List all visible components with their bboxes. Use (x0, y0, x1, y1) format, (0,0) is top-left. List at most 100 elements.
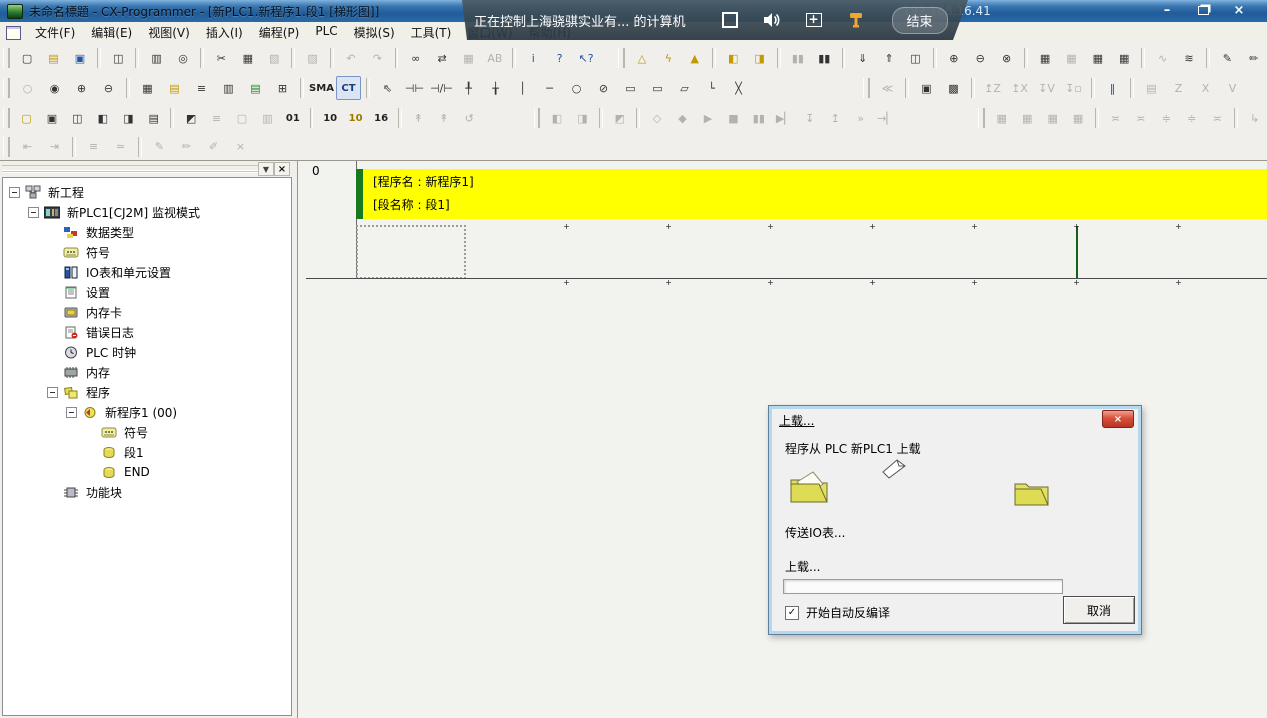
new-file-icon[interactable]: ▢ (15, 46, 39, 70)
monitor-data-3-icon[interactable]: ▦ (1086, 46, 1110, 70)
menu-item-plc[interactable]: PLC (307, 21, 345, 44)
time-chart-icon[interactable]: ≋ (1177, 46, 1201, 70)
toolbar-grip[interactable] (863, 78, 870, 98)
tree-item-memcard[interactable]: 内存卡 (3, 302, 291, 322)
cut-icon[interactable]: ✂ (209, 46, 233, 70)
auto-decompile-checkbox[interactable]: ✓ (785, 606, 799, 620)
menu-item-edit[interactable]: 编辑(E) (83, 21, 140, 44)
toolbar-grip[interactable] (618, 48, 625, 68)
mnemonic-icon[interactable]: SMA (309, 76, 334, 100)
context-help-icon[interactable]: ↖? (574, 46, 598, 70)
fullscreen-icon[interactable] (720, 10, 740, 30)
compare-with-plc-icon[interactable]: ◫ (903, 46, 927, 70)
menu-item-file[interactable]: 文件(F) (27, 21, 83, 44)
delete-line-icon[interactable]: ╳ (726, 76, 751, 100)
ct-view-icon[interactable]: CT (336, 76, 361, 100)
connect-line-icon[interactable]: └ (699, 76, 724, 100)
monitor-icon[interactable]: ▲ (683, 46, 707, 70)
tree-item-errorlog[interactable]: 错误日志 (3, 322, 291, 342)
tree-item-datatypes[interactable]: 数据类型 (3, 222, 291, 242)
monitor-data-1-icon[interactable]: ▦ (1033, 46, 1057, 70)
debug-mode-icon[interactable]: ◨ (747, 46, 771, 70)
online-edit-icon[interactable]: ✏ (1242, 46, 1266, 70)
io-comment-icon[interactable]: ▥ (216, 76, 241, 100)
select-tool-icon[interactable]: ⇖ (375, 76, 400, 100)
properties-window-icon[interactable]: ▤ (142, 106, 165, 130)
new-or-contact-icon[interactable]: ╀ (456, 76, 481, 100)
close-button[interactable]: × (1229, 2, 1249, 18)
end-control-button[interactable]: 结束 (892, 7, 948, 34)
toolbar-grip[interactable] (3, 48, 10, 68)
new-closed-coil-icon[interactable]: ⊘ (591, 76, 616, 100)
fb-parameter-icon[interactable]: ▱ (672, 76, 697, 100)
hex-display-icon[interactable]: 16 (369, 106, 392, 130)
auto-online-icon[interactable]: ϟ (656, 46, 680, 70)
toolbar-grip[interactable] (3, 78, 10, 98)
ladder-selected-cell[interactable] (356, 225, 466, 279)
toolbar-grip[interactable] (978, 108, 985, 128)
menu-item-program[interactable]: 编程(P) (251, 21, 308, 44)
new-closed-contact-icon[interactable]: ⊣/⊢ (429, 76, 454, 100)
tree-item-end[interactable]: END (3, 462, 291, 482)
toolbar-grip[interactable] (3, 137, 10, 157)
tree-item-section1[interactable]: 段1 (3, 442, 291, 462)
find-icon[interactable]: ∞ (403, 46, 427, 70)
tree-expander-plc1[interactable] (28, 207, 39, 218)
tree-item-memory[interactable]: 内存 (3, 362, 291, 382)
dock-menu-button[interactable]: ▼ (258, 162, 274, 176)
download-to-plc-icon[interactable]: ⇓ (850, 46, 874, 70)
tree-item-program1[interactable]: 新程序1 (00) (3, 402, 291, 422)
menu-item-view[interactable]: 视图(V) (140, 21, 198, 44)
tree-expander-program1[interactable] (66, 407, 77, 418)
new-function-block-icon[interactable]: ▭ (645, 76, 670, 100)
print-preview-icon[interactable]: ◎ (171, 46, 195, 70)
zoom-out-icon[interactable]: ⊖ (96, 76, 121, 100)
new-coil-icon[interactable]: ○ (564, 76, 589, 100)
dialog-close-button[interactable]: × (1102, 410, 1134, 428)
restore-button[interactable] (1193, 2, 1213, 18)
force-off-icon[interactable]: ⊖ (968, 46, 992, 70)
memory-window-icon[interactable]: ◨ (117, 106, 140, 130)
signed-decimal-display-icon[interactable]: 10 (344, 106, 367, 130)
menu-item-tools[interactable]: 工具(T) (403, 21, 460, 44)
tree-item-iotable[interactable]: IO表和单元设置 (3, 262, 291, 282)
tree-item-symbols[interactable]: 符号 (3, 242, 291, 262)
mdi-child-icon[interactable] (6, 26, 21, 40)
tools-icon[interactable] (846, 10, 866, 30)
help-icon[interactable]: ? (547, 46, 571, 70)
binary-display-icon[interactable]: 01 (281, 106, 304, 130)
workspace-window-icon[interactable]: ▢ (15, 106, 38, 130)
workspace-dock-bar[interactable]: ▼ × (0, 161, 294, 175)
tree-item-project[interactable]: 新工程 (3, 182, 291, 202)
tree-item-settings[interactable]: 设置 (3, 282, 291, 302)
cancel-button[interactable]: 取消 (1063, 596, 1135, 624)
open-file-icon[interactable]: ▤ (41, 46, 65, 70)
new-contact-icon[interactable]: ⊣⊢ (402, 76, 427, 100)
new-window-icon[interactable]: + (804, 10, 824, 30)
dock-grip[interactable] (2, 165, 258, 172)
tree-item-programs[interactable]: 程序 (3, 382, 291, 402)
grid-icon[interactable]: ▦ (135, 76, 160, 100)
set-value-icon[interactable]: ✎ (1215, 46, 1239, 70)
monitor-data-4-icon[interactable]: ▦ (1112, 46, 1136, 70)
tree-item-plc-clock[interactable]: PLC 时钟 (3, 342, 291, 362)
tree-expander-project[interactable] (9, 187, 20, 198)
menu-item-insert[interactable]: 插入(I) (198, 21, 251, 44)
tree-item-plc1[interactable]: 新PLC1[CJ2M] 监视模式 (3, 202, 291, 222)
new-instruction-icon[interactable]: ▭ (618, 76, 643, 100)
minimize-button[interactable]: – (1157, 2, 1177, 18)
toolbar-grip[interactable] (534, 108, 541, 128)
workspace-close-button[interactable]: × (274, 162, 290, 176)
zoom-in-icon[interactable]: ⊕ (69, 76, 94, 100)
symbol-bar-icon[interactable]: ◩ (179, 106, 202, 130)
comment-icon[interactable]: ▤ (162, 76, 187, 100)
pause-icon[interactable]: ▮▮ (812, 46, 836, 70)
build-window-icon[interactable]: ▣ (40, 106, 63, 130)
compile-all-icon[interactable]: ▣ (914, 76, 939, 100)
output-window-icon[interactable]: ◫ (66, 106, 89, 130)
rung-list-icon[interactable]: ≡ (189, 76, 214, 100)
watch-window-icon[interactable]: ◧ (91, 106, 114, 130)
info-icon[interactable]: i (521, 46, 545, 70)
program-mode-icon[interactable]: ◧ (721, 46, 745, 70)
tree-expander-programs[interactable] (47, 387, 58, 398)
